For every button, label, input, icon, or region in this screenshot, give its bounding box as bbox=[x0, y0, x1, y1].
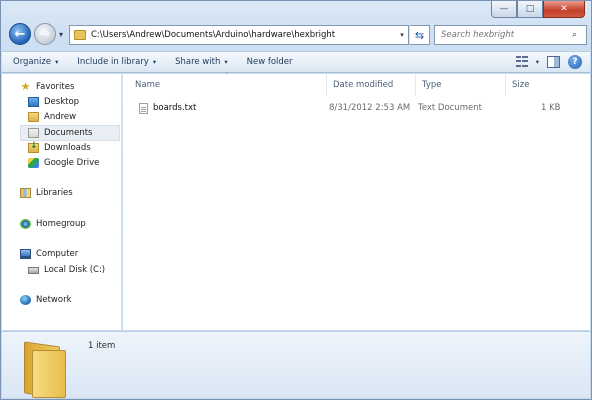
navigation-bar: ← → ▾ C:\Users\Andrew\Documents\Arduino\… bbox=[7, 22, 587, 48]
explorer-window: — □ ✕ ← → ▾ C:\Users\Andrew\Documents\Ar… bbox=[0, 0, 592, 400]
command-bar: Organize ▾ Include in library ▾ Share with… bbox=[2, 51, 590, 73]
sidebar-item-homegroup[interactable]: Homegroup bbox=[20, 219, 86, 229]
libraries-icon bbox=[20, 188, 31, 198]
column-header-type[interactable]: Type bbox=[416, 74, 506, 96]
share-with-label: Share with bbox=[175, 57, 221, 67]
sidebar-item-label: Google Drive bbox=[44, 158, 100, 168]
network-icon bbox=[20, 295, 31, 305]
sidebar-item-documents[interactable]: Documents bbox=[20, 125, 120, 141]
folder-icon bbox=[74, 30, 86, 40]
refresh-button[interactable]: ⇆ bbox=[410, 25, 430, 45]
user-folder-icon bbox=[28, 112, 39, 122]
chevron-down-icon: ▾ bbox=[55, 58, 59, 66]
desktop-icon bbox=[28, 97, 39, 107]
sidebar-item-desktop[interactable]: Desktop bbox=[28, 97, 79, 107]
file-date-modified: 8/31/2012 2:53 AM bbox=[329, 103, 411, 113]
file-name: boards.txt bbox=[153, 103, 197, 113]
google-drive-icon bbox=[28, 158, 39, 168]
item-count: 1 item bbox=[88, 341, 116, 351]
sidebar-item-label: Downloads bbox=[44, 143, 91, 153]
downloads-icon bbox=[28, 141, 39, 153]
sidebar-item-libraries[interactable]: Libraries bbox=[20, 188, 73, 198]
homegroup-icon bbox=[20, 219, 31, 229]
sidebar-item-label: Favorites bbox=[36, 82, 75, 92]
star-icon: ★ bbox=[20, 80, 31, 93]
sidebar-item-label: Network bbox=[36, 295, 72, 305]
view-options-icon[interactable] bbox=[515, 56, 528, 68]
caption-buttons: — □ ✕ bbox=[491, 1, 585, 18]
file-name-cell: boards.txt bbox=[139, 102, 197, 114]
search-icon[interactable]: ⌕ bbox=[572, 30, 586, 40]
view-options-dropdown[interactable]: ▾ bbox=[536, 58, 539, 66]
forward-button[interactable]: → bbox=[34, 23, 56, 45]
back-button[interactable]: ← bbox=[9, 23, 31, 45]
new-folder-button[interactable]: New folder bbox=[236, 57, 301, 67]
file-size: 1 KB bbox=[541, 103, 561, 113]
organize-label: Organize bbox=[13, 57, 52, 67]
column-header-date-modified[interactable]: Date modified bbox=[327, 74, 416, 96]
column-header-label: Date modified bbox=[333, 80, 394, 90]
sidebar-item-google-drive[interactable]: Google Drive bbox=[28, 158, 99, 168]
view-controls: ▾ ? bbox=[515, 55, 582, 69]
sidebar-item-network[interactable]: Network bbox=[20, 295, 72, 305]
file-row[interactable]: boards.txt 8/31/2012 2:53 AM Text Docume… bbox=[131, 100, 586, 116]
sidebar-item-favorites[interactable]: ★ Favorites bbox=[20, 80, 75, 93]
sidebar-item-computer[interactable]: Computer bbox=[20, 249, 78, 259]
sidebar-item-local-disk[interactable]: Local Disk (C:) bbox=[28, 265, 105, 275]
address-path[interactable]: C:\Users\Andrew\Documents\Arduino\hardwa… bbox=[91, 30, 396, 40]
computer-icon bbox=[20, 249, 31, 259]
sidebar-item-label: Computer bbox=[36, 249, 79, 259]
chevron-down-icon: ▾ bbox=[152, 58, 157, 66]
sidebar-item-label: Local Disk (C:) bbox=[44, 265, 106, 275]
file-type: Text Document bbox=[418, 103, 482, 113]
sidebar-item-andrew[interactable]: Andrew bbox=[28, 112, 76, 122]
file-list: ˄ Name Date modified Type Size boards.tx… bbox=[123, 72, 592, 330]
recent-pages-dropdown[interactable]: ▾ bbox=[59, 30, 63, 39]
navigation-pane: ★ Favorites Desktop Andrew Documents Dow… bbox=[2, 74, 122, 330]
text-file-icon bbox=[139, 102, 148, 114]
column-header-name[interactable]: Name bbox=[129, 74, 327, 96]
maximize-button[interactable]: □ bbox=[517, 1, 543, 18]
folder-icon bbox=[24, 340, 68, 399]
sidebar-item-label: Documents bbox=[44, 128, 93, 138]
share-with-button[interactable]: Share with ▾ bbox=[164, 57, 236, 67]
chevron-down-icon: ▾ bbox=[224, 58, 228, 66]
organize-button[interactable]: Organize ▾ bbox=[2, 57, 66, 67]
column-header-size[interactable]: Size bbox=[506, 74, 592, 96]
preview-pane-icon[interactable] bbox=[547, 56, 560, 68]
help-icon[interactable]: ? bbox=[568, 55, 582, 69]
sidebar-item-label: Andrew bbox=[44, 112, 77, 122]
close-button[interactable]: ✕ bbox=[543, 1, 585, 18]
search-input[interactable] bbox=[435, 30, 572, 40]
address-dropdown-button[interactable]: ▾ bbox=[396, 31, 408, 39]
address-bar[interactable]: C:\Users\Andrew\Documents\Arduino\hardwa… bbox=[69, 25, 409, 45]
column-header-label: Type bbox=[422, 80, 442, 90]
sidebar-item-downloads[interactable]: Downloads bbox=[28, 141, 91, 153]
search-box: ⌕ bbox=[434, 25, 587, 45]
minimize-button[interactable]: — bbox=[491, 1, 517, 18]
disk-icon bbox=[28, 266, 39, 274]
sidebar-item-label: Homegroup bbox=[36, 219, 86, 229]
include-in-library-label: Include in library bbox=[77, 57, 149, 67]
column-header-label: Size bbox=[512, 80, 530, 90]
sidebar-item-label: Desktop bbox=[44, 97, 80, 107]
column-header-label: Name bbox=[135, 80, 161, 90]
details-pane: 1 item bbox=[2, 331, 590, 399]
include-in-library-button[interactable]: Include in library ▾ bbox=[66, 57, 164, 67]
sidebar-item-label: Libraries bbox=[36, 188, 73, 198]
documents-icon bbox=[28, 128, 39, 138]
new-folder-label: New folder bbox=[246, 57, 293, 67]
